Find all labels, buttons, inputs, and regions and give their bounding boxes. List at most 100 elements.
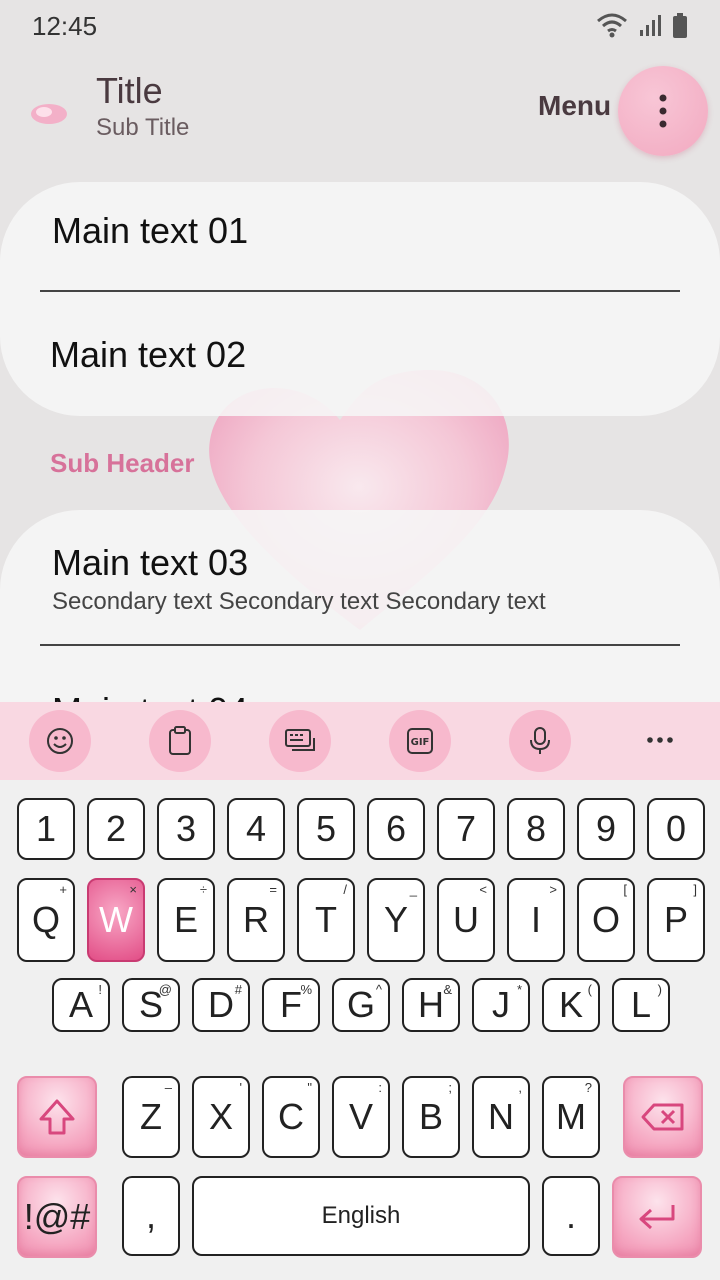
- key-hint: @: [158, 982, 172, 997]
- list-item[interactable]: Main text 03 Secondary text Secondary te…: [0, 510, 720, 644]
- list-item[interactable]: Main text 01: [0, 182, 720, 292]
- key-hint: _: [409, 882, 417, 897]
- key-g[interactable]: G ^: [332, 978, 390, 1032]
- key-d[interactable]: D #: [192, 978, 250, 1032]
- period-key[interactable]: .: [542, 1176, 600, 1256]
- key-label: L: [630, 984, 652, 1025]
- more-vertical-icon: [659, 94, 667, 128]
- key-label: T: [315, 899, 337, 940]
- key-hint: ): [657, 982, 662, 997]
- key-s[interactable]: S @: [122, 978, 180, 1032]
- symbols-key[interactable]: !@#: [17, 1176, 97, 1258]
- sub-header: Sub Header: [50, 448, 195, 478]
- app-subtitle: Sub Title: [96, 114, 190, 141]
- keyboard-toolbar: GIF: [0, 702, 720, 780]
- key-w[interactable]: W ×: [87, 878, 145, 962]
- key-y[interactable]: Y _: [367, 878, 425, 962]
- key-t[interactable]: T /: [297, 878, 355, 962]
- key-p[interactable]: P]: [647, 878, 705, 962]
- key-label: F: [280, 984, 302, 1025]
- key-z[interactable]: Z –: [122, 1076, 180, 1158]
- key-hint: !: [98, 982, 102, 997]
- key-label: D: [208, 984, 234, 1025]
- list-item-main-text: Main text 02: [50, 334, 247, 375]
- space-key[interactable]: English: [192, 1176, 530, 1256]
- svg-text:GIF: GIF: [411, 737, 430, 748]
- key-j[interactable]: J *: [472, 978, 530, 1032]
- key-k[interactable]: K(: [542, 978, 600, 1032]
- key-b[interactable]: B;: [402, 1076, 460, 1158]
- more-horizontal-icon: [647, 737, 673, 743]
- clipboard-button[interactable]: [149, 710, 211, 772]
- key-7[interactable]: 7: [437, 798, 495, 860]
- key-label: E: [173, 899, 198, 940]
- key-hint: (: [587, 982, 592, 997]
- key-o[interactable]: O[: [577, 878, 635, 962]
- key-label: B: [418, 1096, 443, 1137]
- status-bar: 12:45: [0, 0, 720, 52]
- key-label: 6: [385, 808, 407, 849]
- key-label: G: [346, 984, 375, 1025]
- key-label: H: [418, 984, 444, 1025]
- key-label: J: [492, 984, 510, 1025]
- key-f[interactable]: F%: [262, 978, 320, 1032]
- key-m[interactable]: M?: [542, 1076, 600, 1158]
- key-hint: :: [378, 1080, 382, 1095]
- shift-key[interactable]: [17, 1076, 97, 1158]
- more-options-button[interactable]: [618, 66, 708, 156]
- app-bar: Title Sub Title Menu: [0, 60, 720, 170]
- emoji-icon: [47, 728, 73, 754]
- microphone-icon: [530, 727, 550, 754]
- key-c[interactable]: C ": [262, 1076, 320, 1158]
- toolbar-more-button[interactable]: [640, 720, 680, 760]
- key-label: R: [243, 899, 269, 940]
- gif-button[interactable]: GIF: [389, 710, 451, 772]
- shift-icon: [39, 1099, 75, 1135]
- key-6[interactable]: 6: [367, 798, 425, 860]
- voice-input-button[interactable]: [509, 710, 571, 772]
- enter-key[interactable]: [612, 1176, 702, 1258]
- key-n[interactable]: N,: [472, 1076, 530, 1158]
- key-label: O: [591, 899, 620, 940]
- backspace-key[interactable]: [623, 1076, 703, 1158]
- key-8[interactable]: 8: [507, 798, 565, 860]
- menu-button[interactable]: Menu: [538, 90, 611, 122]
- key-hint: ;: [448, 1080, 452, 1095]
- key-0[interactable]: 0: [647, 798, 705, 860]
- key-5[interactable]: 5: [297, 798, 355, 860]
- comma-key[interactable]: ,: [122, 1176, 180, 1256]
- key-u[interactable]: U <: [437, 878, 495, 962]
- list-item[interactable]: Main text 02: [0, 294, 720, 414]
- status-time: 12:45: [32, 10, 98, 41]
- enter-icon: [639, 1205, 675, 1230]
- key-q[interactable]: Q +: [17, 878, 75, 962]
- key-x[interactable]: X ': [192, 1076, 250, 1158]
- wifi-icon: [597, 13, 627, 38]
- key-a[interactable]: A!: [52, 978, 110, 1032]
- key-hint: &: [443, 982, 452, 997]
- key-e[interactable]: E ÷: [157, 878, 215, 962]
- clipboard-icon: [169, 726, 191, 755]
- key-h[interactable]: H &: [402, 978, 460, 1032]
- key-r[interactable]: R =: [227, 878, 285, 962]
- key-1[interactable]: 1: [17, 798, 75, 860]
- list-item[interactable]: Main text 04: [0, 646, 720, 710]
- key-label: P: [663, 899, 688, 940]
- key-label: 1: [35, 808, 57, 849]
- key-hint: –: [164, 1080, 172, 1095]
- key-hint: [: [623, 882, 627, 897]
- key-3[interactable]: 3: [157, 798, 215, 860]
- key-4[interactable]: 4: [227, 798, 285, 860]
- key-label: X: [208, 1096, 233, 1137]
- key-v[interactable]: V:: [332, 1076, 390, 1158]
- key-2[interactable]: 2: [87, 798, 145, 860]
- key-label: .: [565, 1195, 576, 1236]
- key-9[interactable]: 9: [577, 798, 635, 860]
- list-item-secondary-text: Secondary text Secondary text Secondary …: [52, 588, 546, 615]
- key-l[interactable]: L): [612, 978, 670, 1032]
- list-item-main-text: Main text 03: [52, 542, 249, 583]
- emoji-button[interactable]: [29, 710, 91, 772]
- key-i[interactable]: I >: [507, 878, 565, 962]
- key-hint: /: [343, 882, 347, 897]
- keyboard-mode-button[interactable]: [269, 710, 331, 772]
